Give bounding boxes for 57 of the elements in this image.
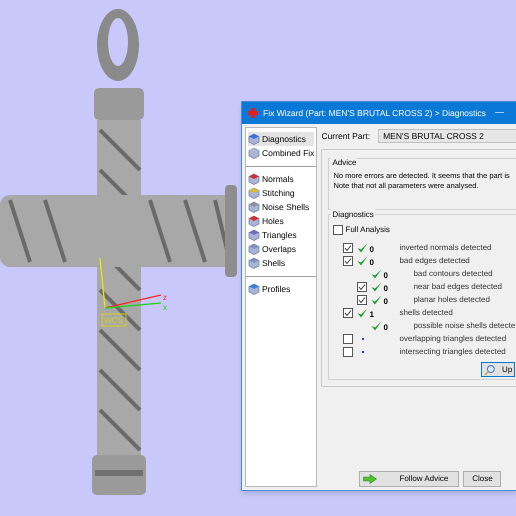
diagnostic-label: inverted normals detected (399, 242, 492, 254)
diagnostic-label: near bad edges detected (413, 280, 502, 292)
checkbox[interactable] (343, 346, 354, 356)
count-text: 0 (383, 284, 388, 292)
current-part-label: Current Part: (321, 130, 370, 142)
checkbox[interactable] (343, 308, 354, 318)
sidebar-item[interactable]: Stitching (248, 186, 314, 200)
count-text: 0 (383, 270, 388, 280)
diagnostic-label: intersecting triangles detected (399, 346, 506, 358)
cube-icon (248, 215, 260, 227)
sidebar-item[interactable]: Triangles (248, 228, 314, 242)
magnifier-icon (484, 364, 496, 376)
count-text: 0 (369, 258, 374, 266)
full-analysis-label: Full Analysis (345, 224, 390, 236)
sidebar-item[interactable]: Profiles (248, 282, 314, 296)
diagnostic-label: planar holes detected (413, 294, 490, 306)
sidebar-item[interactable]: Normals (248, 172, 314, 186)
window-title: Fix Wizard (Part: MEN'S BRUTAL CROSS 2) > Diagnostics (263, 106, 486, 120)
sidebar-item[interactable]: Shells (248, 256, 314, 270)
checkbox[interactable] (343, 242, 354, 252)
diagnostic-label: possible noise shells detecte (413, 320, 516, 332)
sidebar-item[interactable]: Noise Shells (248, 200, 314, 214)
checkbox[interactable] (357, 294, 368, 304)
checkbox[interactable] (343, 256, 354, 266)
cube-icon (248, 201, 260, 213)
axis-triad: z x WCS (97, 258, 177, 330)
checkbox[interactable] (343, 334, 354, 344)
sidebar-item[interactable]: Holes (248, 214, 314, 228)
follow-advice-button[interactable]: Follow Advice (359, 471, 460, 487)
count-text: 0 (369, 244, 374, 254)
cube-icon (248, 283, 260, 295)
cube-icon (248, 133, 260, 145)
count-text: 0 (383, 322, 388, 332)
cube-icon (248, 243, 260, 255)
diagnostic-label: overlapping triangles detected (399, 332, 506, 344)
sidebar-item[interactable]: Diagnostics (248, 132, 314, 146)
full-analysis-checkbox[interactable] (333, 225, 344, 235)
sidebar-item[interactable]: Combined Fix (248, 146, 314, 160)
update-button[interactable]: Up (481, 362, 516, 377)
checkbox[interactable] (357, 282, 368, 292)
cube-icon (248, 147, 260, 159)
cube-icon (248, 173, 260, 185)
sidebar-item[interactable]: Overlaps (248, 242, 314, 256)
cube-icon (248, 229, 260, 241)
count-text: 1 (369, 310, 374, 318)
minimize-button[interactable]: — (495, 106, 504, 120)
diagnostic-label: bad edges detected (399, 254, 470, 266)
diagnostic-label: bad contours detected (413, 268, 493, 280)
cross-icon (248, 108, 258, 118)
cube-icon (248, 187, 260, 199)
count-text: 0 (383, 296, 388, 306)
diagnostics-title: Diagnostics (331, 209, 375, 221)
arrow-icon (363, 474, 378, 484)
cube-icon (248, 257, 260, 269)
diagnostic-label: shells detected (399, 306, 453, 318)
close-button[interactable]: Close (463, 471, 502, 487)
current-part-field[interactable]: MEN'S BRUTAL CROSS 2 (378, 129, 516, 143)
